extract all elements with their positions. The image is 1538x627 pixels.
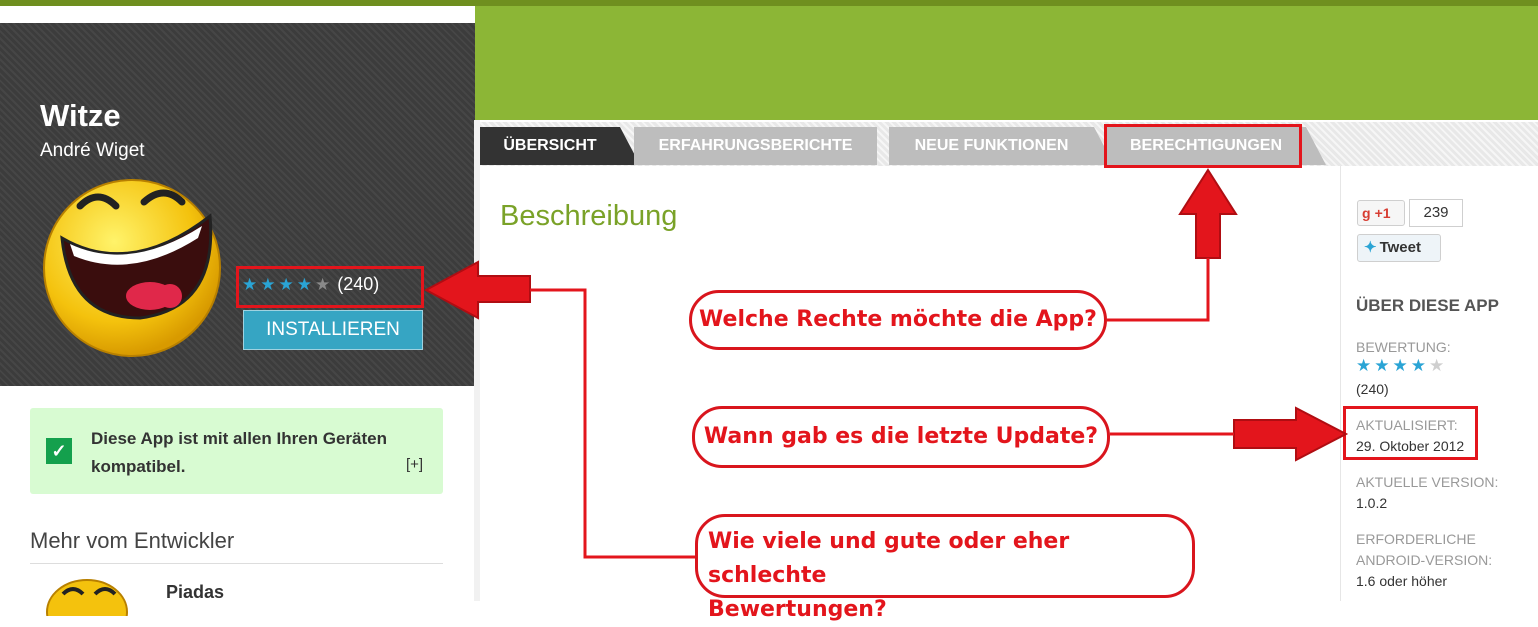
arrow-up-to-permissions xyxy=(1178,168,1238,259)
annotation-question-ratings: Wie viele und gute oder eher schlechte B… xyxy=(695,514,1195,622)
arrow-right-to-updated xyxy=(1233,406,1349,462)
annotation-ratings-line-2: Bewertungen? xyxy=(708,597,887,622)
arrow-left-to-rating xyxy=(423,260,531,320)
connector-rating xyxy=(530,288,695,559)
annotation-ratings-line-1: Wie viele und gute oder eher schlechte xyxy=(708,529,1070,588)
connector-permissions xyxy=(1107,258,1210,322)
annotation-question-permissions: Welche Rechte möchte die App? xyxy=(689,290,1107,350)
annotation-question-update: Wann gab es die letzte Update? xyxy=(692,406,1110,468)
